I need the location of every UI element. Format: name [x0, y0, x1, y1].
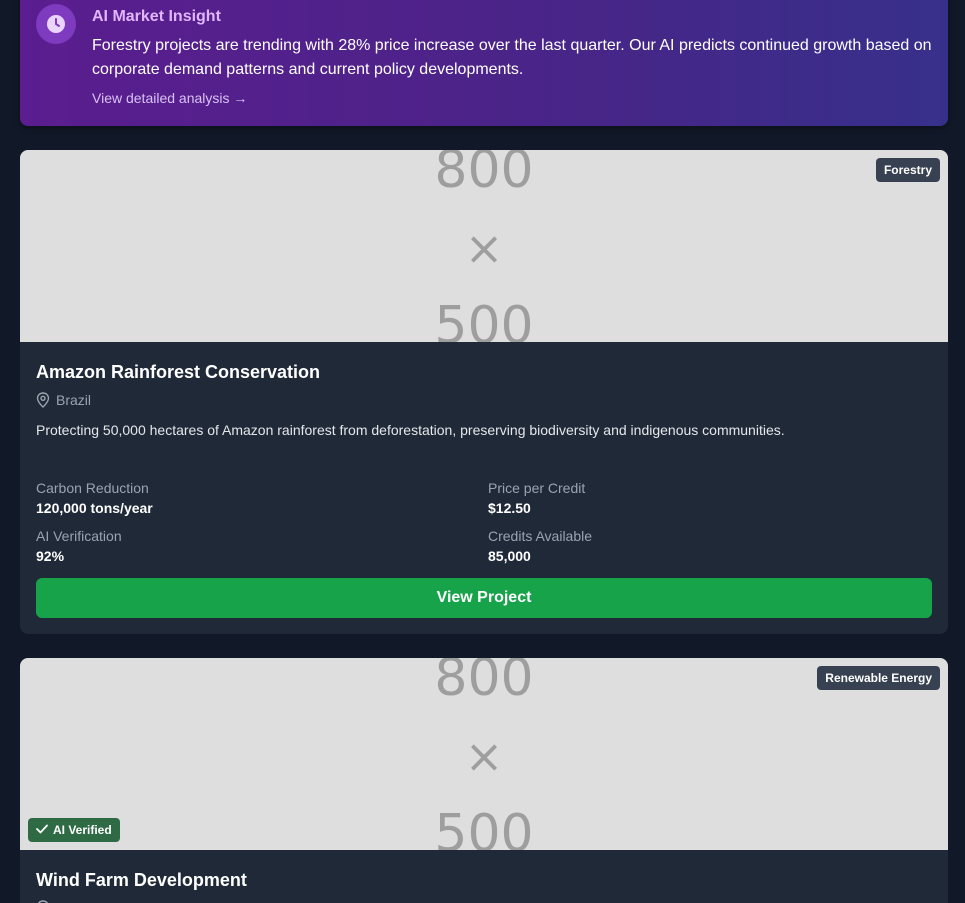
project-title: Amazon Rainforest Conservation: [36, 362, 321, 382]
price-per-credit-stat: Price per Credit $12.50: [488, 478, 585, 518]
stat-value: 120,000 tons/year: [36, 500, 153, 516]
stat-label: Price per Credit: [488, 480, 586, 496]
verified-label: AI Verified: [53, 823, 112, 837]
project-title: Wind Farm Development: [36, 870, 247, 890]
stat-label: Carbon Reduction: [36, 480, 149, 496]
placeholder-times-text: ×: [464, 221, 504, 275]
stat-value: $12.50: [488, 500, 531, 516]
location-label: Brazil: [56, 392, 92, 408]
ai-verification-stat: AI Verification 92%: [36, 526, 122, 566]
credits-available-stat: Credits Available 85,000: [488, 526, 592, 566]
project-location: Brazil: [36, 392, 91, 408]
map-pin-icon: [36, 392, 50, 408]
placeholder-height-text: 500: [434, 296, 534, 342]
project-card: 800 × 500 Forestry Amazon Rainforest Con…: [20, 150, 948, 634]
insight-body: Forestry projects are trending with 28% …: [92, 37, 932, 78]
view-detailed-analysis-link[interactable]: View detailed analysis →: [92, 90, 247, 106]
page: AI Market Insight Forestry projects are …: [0, 0, 965, 903]
insight-title: AI Market Insight: [92, 8, 221, 25]
stat-label: Credits Available: [488, 528, 593, 544]
project-card: 800 × 500 Renewable Energy AI Verified W…: [20, 658, 948, 903]
category-badge: Renewable Energy: [817, 666, 940, 690]
stat-value: 85,000: [488, 548, 531, 564]
ai-market-insight-banner: AI Market Insight Forestry projects are …: [20, 0, 948, 126]
placeholder-height-text: 500: [434, 804, 534, 850]
placeholder-width-text: 800: [434, 658, 534, 708]
check-icon: [36, 823, 48, 837]
project-image-placeholder: 800 × 500 Forestry: [20, 150, 948, 342]
placeholder-width-text: 800: [434, 150, 534, 200]
project-image-placeholder: 800 × 500 Renewable Energy AI Verified: [20, 658, 948, 850]
placeholder-times-text: ×: [464, 729, 504, 783]
ai-verified-badge: AI Verified: [28, 818, 120, 842]
view-project-button[interactable]: View Project: [36, 578, 932, 618]
project-description: Protecting 50,000 hectares of Amazon rai…: [36, 422, 785, 438]
carbon-reduction-stat: Carbon Reduction 120,000 tons/year: [36, 478, 153, 518]
stat-label: AI Verification: [36, 528, 122, 544]
stat-value: 92%: [36, 548, 65, 564]
category-badge: Forestry: [875, 158, 940, 182]
clock-icon: [36, 4, 76, 44]
